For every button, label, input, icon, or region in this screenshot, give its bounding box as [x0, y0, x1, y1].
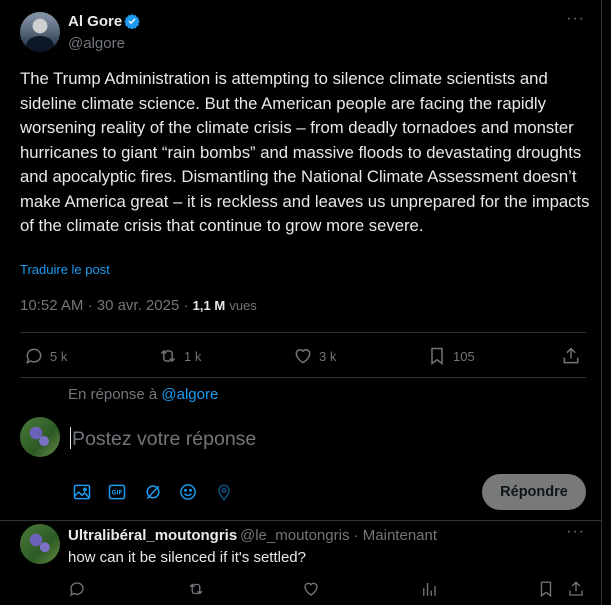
submit-reply-button[interactable]: Répondre [482, 474, 586, 510]
grok-button[interactable] [143, 482, 163, 502]
emoji-icon [180, 484, 196, 500]
reply-to-prefix: En réponse à [68, 386, 158, 403]
post-text: The Trump Administration is attempting t… [20, 69, 590, 235]
repost-icon [189, 583, 203, 595]
share-icon [563, 347, 579, 364]
grok-icon [146, 485, 160, 500]
reply-icon [69, 582, 84, 597]
views-label: vues [229, 298, 257, 313]
divider [20, 332, 586, 333]
repost-icon [160, 349, 176, 363]
location-icon [218, 484, 230, 501]
reply-author-avatar[interactable] [20, 524, 60, 564]
reply-to-handle-link[interactable]: @algore [161, 386, 218, 403]
reply-repost-button[interactable] [187, 580, 205, 598]
author-handle[interactable]: @algore [68, 35, 125, 52]
image-icon [73, 484, 91, 500]
bookmark-button[interactable]: 105 [427, 346, 475, 366]
repost-count: 1 k [184, 348, 202, 364]
reply-author-meta: @le_moutongris · Maintenant [240, 527, 437, 544]
reply-author-name[interactable]: Ultralibéral_moutongris [68, 527, 237, 544]
more-icon[interactable]: ··· [566, 11, 586, 30]
divider [20, 377, 586, 378]
location-button[interactable] [214, 482, 234, 502]
author-avatar[interactable] [20, 12, 60, 52]
bookmark-icon [431, 347, 443, 365]
like-count: 3 k [319, 348, 337, 364]
text-cursor [70, 427, 71, 449]
svg-text:GIF: GIF [112, 491, 123, 497]
emoji-button[interactable] [178, 482, 198, 502]
repost-button[interactable]: 1 k [158, 346, 201, 366]
translate-post-link[interactable]: Traduire le post [20, 262, 110, 277]
verified-icon [124, 14, 140, 29]
reply-author-handle[interactable]: @le_moutongris [240, 527, 349, 544]
bookmark-count: 105 [453, 348, 475, 364]
reply-like-button[interactable] [302, 580, 320, 598]
bookmark-icon [540, 581, 552, 598]
reply-to-context: En réponse à @algore [68, 386, 218, 403]
post-detail-column: Al Gore @algore ··· The Trump Administra… [0, 0, 602, 605]
reply-reply-button[interactable] [68, 580, 86, 598]
reply-input[interactable] [72, 426, 472, 452]
views-count: 1,1 M [192, 298, 226, 313]
reply-bookmark-button[interactable] [537, 580, 555, 598]
add-image-button[interactable] [72, 482, 92, 502]
add-gif-button[interactable]: GIF [107, 482, 127, 502]
divider [0, 520, 602, 521]
meta-separator: · [87, 297, 93, 314]
like-icon [295, 349, 311, 364]
like-button[interactable]: 3 k [293, 346, 336, 366]
reply-share-button[interactable] [567, 580, 585, 598]
meta-separator: · [183, 297, 189, 314]
reply-time[interactable]: Maintenant [363, 527, 437, 544]
reply-text: how can it be silenced if it's settled? [68, 549, 306, 566]
post-meta: 10:52 AM · 30 avr. 2025 · 1,1 M vues [20, 297, 257, 314]
reply-count: 5 k [50, 348, 68, 364]
post-time[interactable]: 10:52 AM [20, 297, 83, 314]
share-button[interactable] [561, 346, 581, 366]
more-icon[interactable]: ··· [566, 524, 585, 540]
author-name[interactable]: Al Gore [68, 13, 122, 30]
post-date[interactable]: 30 avr. 2025 [97, 297, 180, 314]
like-icon [304, 582, 318, 596]
gif-icon: GIF [108, 484, 126, 500]
share-icon [569, 581, 583, 596]
reply-views-button[interactable] [420, 580, 438, 598]
views-icon [423, 583, 436, 596]
reply-button-action[interactable]: 5 k [24, 346, 67, 366]
current-user-avatar[interactable] [20, 417, 60, 457]
reply-icon [26, 348, 42, 365]
meta-separator: · [353, 527, 359, 544]
